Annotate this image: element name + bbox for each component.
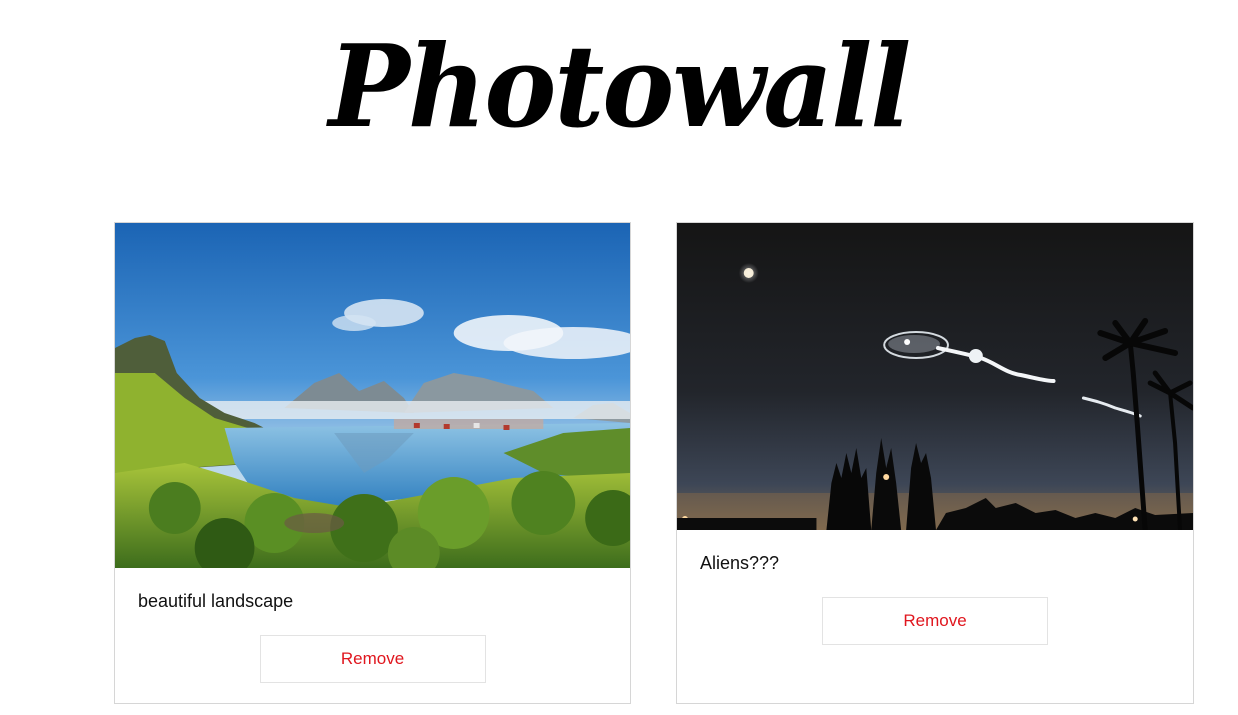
night-sky-photo	[677, 223, 1193, 530]
photo-card: beautiful landscape Remove	[114, 222, 631, 704]
night-sky-image	[677, 223, 1193, 530]
landscape-photo	[115, 223, 630, 568]
remove-button[interactable]: Remove	[822, 597, 1048, 645]
photo-caption: beautiful landscape	[138, 591, 294, 611]
app-title: Photowall	[328, 20, 912, 154]
photo-caption: Aliens???	[700, 553, 780, 573]
remove-button[interactable]: Remove	[259, 635, 486, 683]
landscape-image	[115, 223, 630, 568]
photo-card: Aliens??? Remove	[676, 222, 1194, 704]
photowall-page: Photowall beautiful landscape Remove Ali…	[0, 0, 1238, 715]
